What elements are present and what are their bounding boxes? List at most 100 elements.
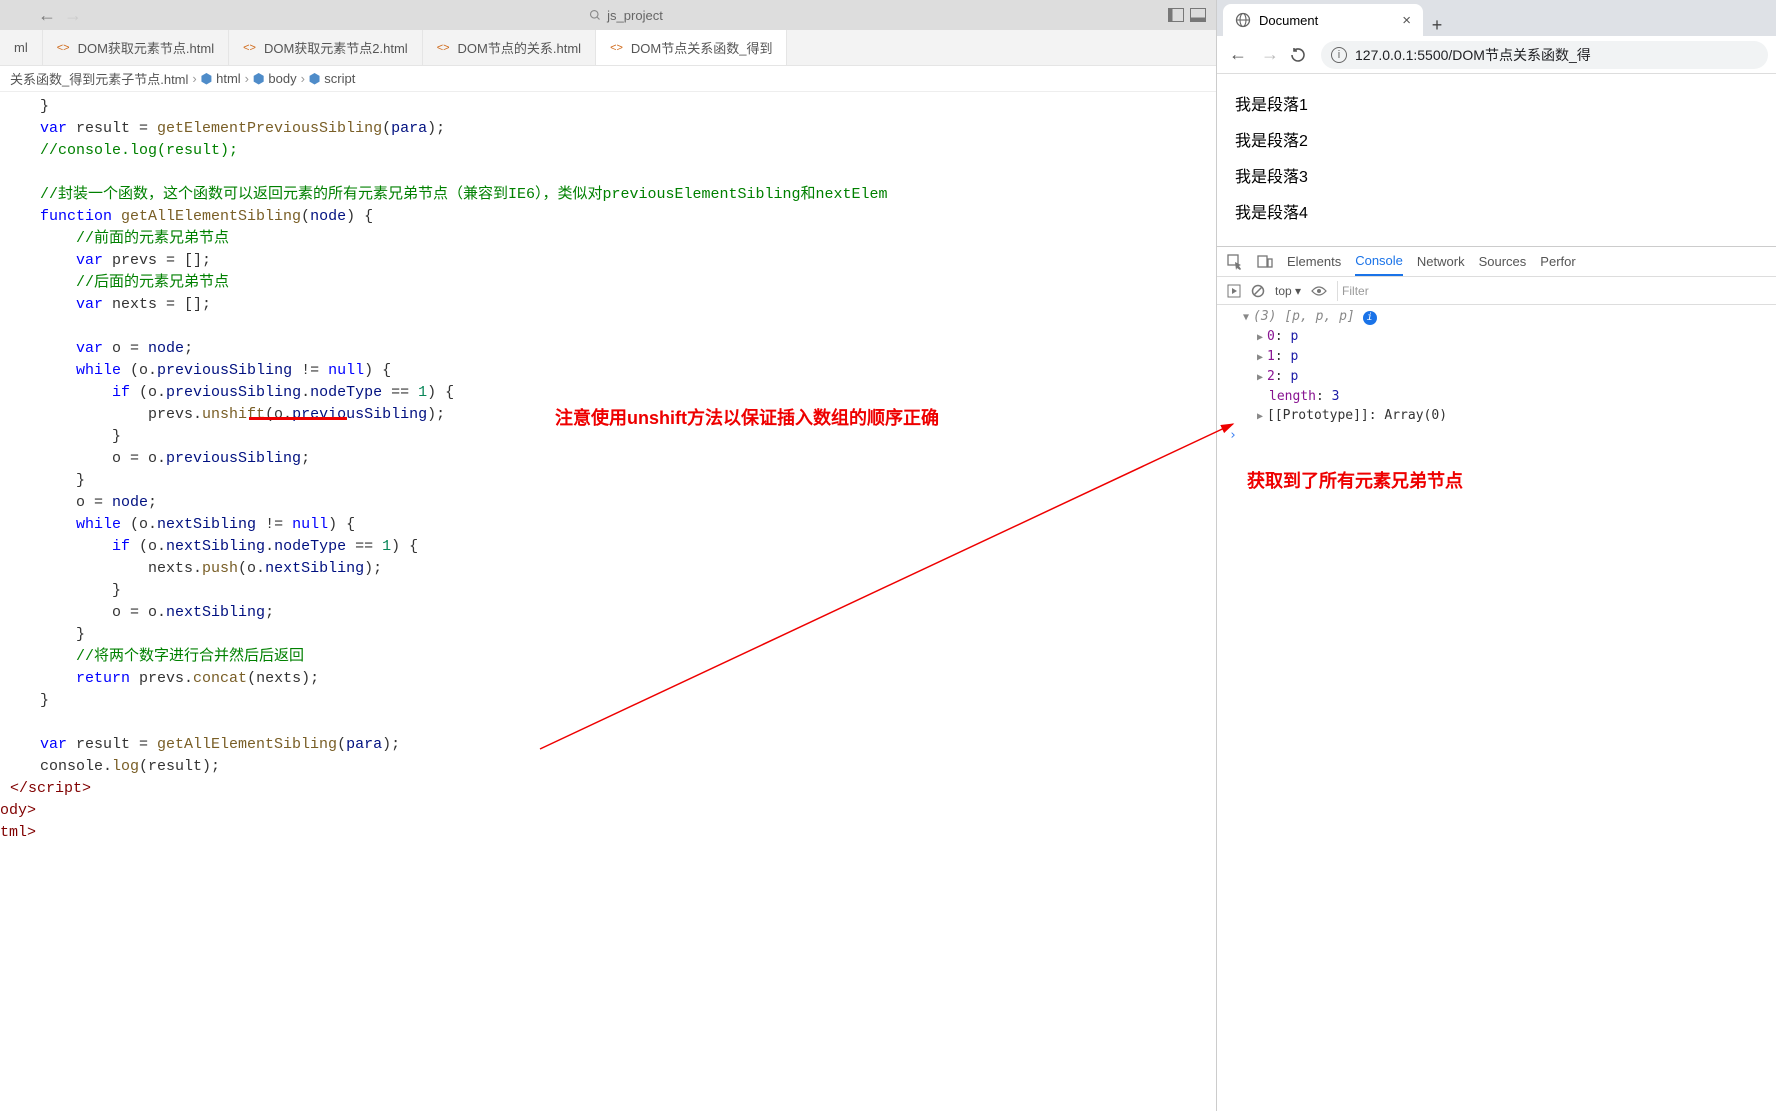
code: null — [292, 516, 328, 533]
info-icon[interactable]: i — [1363, 311, 1377, 325]
paragraph: 我是段落4 — [1235, 196, 1758, 232]
code: while — [76, 362, 121, 379]
devtools-tab-console[interactable]: Console — [1355, 247, 1403, 276]
console-line[interactable]: ▶1: p — [1225, 347, 1768, 367]
breadcrumb-item[interactable]: script — [324, 71, 355, 86]
context-selector[interactable]: top ▾ — [1275, 284, 1301, 298]
console-line[interactable]: ▶0: p — [1225, 327, 1768, 347]
browser-tab[interactable]: Document × — [1223, 4, 1423, 36]
clear-icon[interactable] — [1251, 284, 1265, 298]
code: nexts = []; — [103, 296, 211, 313]
html-file-icon: <> — [437, 42, 450, 54]
address-bar[interactable]: i 127.0.0.1:5500/DOM节点关系函数_得 — [1321, 41, 1768, 69]
console-line[interactable]: ▼(3) [p, p, p] i — [1225, 307, 1768, 327]
code: var — [76, 296, 103, 313]
reload-icon[interactable] — [1289, 46, 1315, 64]
new-tab-button[interactable]: + — [1423, 15, 1451, 36]
page-content: 我是段落1 我是段落2 我是段落3 我是段落4 — [1217, 74, 1776, 246]
tab-2[interactable]: <> DOM获取元素节点2.html — [229, 30, 423, 65]
chevron-right-icon: › — [192, 71, 196, 86]
code: o = o. — [112, 450, 166, 467]
code: result = — [67, 120, 157, 137]
paragraph: 我是段落3 — [1235, 160, 1758, 196]
html-file-icon: <> — [610, 42, 623, 54]
code: var — [76, 340, 103, 357]
code: getElementPreviousSibling — [157, 120, 382, 137]
console-filter[interactable]: Filter — [1337, 281, 1766, 301]
back-button[interactable]: ← — [36, 6, 58, 24]
url-text: 127.0.0.1:5500/DOM节点关系函数_得 — [1355, 45, 1591, 65]
red-underline — [249, 417, 347, 420]
code: getAllElementSibling — [157, 736, 337, 753]
code: tml> — [0, 824, 36, 841]
code: concat — [193, 670, 247, 687]
code: if — [112, 384, 130, 401]
code: previousSibling — [157, 362, 292, 379]
tab-0[interactable]: ml — [0, 30, 43, 65]
chevron-right-icon: ▶ — [1257, 407, 1267, 426]
tab-4[interactable]: <>DOM节点关系函数_得到 — [596, 30, 787, 65]
code-editor[interactable]: } var result = getElementPreviousSibling… — [0, 92, 1216, 1111]
console-line[interactable]: ▶[[Prototype]]: Array(0) — [1225, 406, 1768, 426]
layout-bottom-icon[interactable] — [1190, 8, 1208, 22]
code: node — [112, 494, 148, 511]
breadcrumb-item[interactable]: body — [268, 71, 296, 86]
titlebar-search-text: js_project — [607, 8, 663, 23]
tab-3[interactable]: <>DOM节点的关系.html — [423, 30, 596, 65]
eye-icon[interactable] — [1311, 285, 1327, 297]
code: var — [40, 120, 67, 137]
cube-icon: ⬢ — [309, 71, 320, 87]
code: //封装一个函数，这个函数可以返回元素的所有元素兄弟节点（兼容到IE6），类似对… — [40, 186, 888, 203]
devtools-tab[interactable]: Network — [1417, 254, 1465, 269]
code: </script — [10, 780, 82, 797]
code: para — [391, 120, 427, 137]
play-icon[interactable] — [1227, 284, 1241, 298]
layout-left-icon[interactable] — [1168, 8, 1186, 22]
code: previousSibling — [166, 384, 301, 401]
chevron-right-icon: › — [245, 71, 249, 86]
code: getAllElementSibling — [121, 208, 301, 225]
devtools-tab[interactable]: Perfor — [1540, 254, 1575, 269]
editor-tabs: ml <>DOM获取元素节点.html <> DOM获取元素节点2.html <>… — [0, 30, 1216, 66]
code: while — [76, 516, 121, 533]
chevron-right-icon: ▶ — [1257, 328, 1267, 347]
code: log — [112, 758, 139, 775]
address-bar-row: ← → i 127.0.0.1:5500/DOM节点关系函数_得 — [1217, 36, 1776, 74]
code: nodeType — [274, 538, 346, 555]
chevron-right-icon: › — [301, 71, 305, 86]
devtools-tab[interactable]: Elements — [1287, 254, 1341, 269]
devtools: Elements Console Network Sources Perfor … — [1217, 246, 1776, 1111]
console-output[interactable]: ▼(3) [p, p, p] i ▶0: p ▶1: p ▶2: p lengt… — [1217, 305, 1776, 447]
html-file-icon: <> — [243, 42, 256, 54]
console-prompt[interactable]: › — [1225, 426, 1768, 445]
code: return — [76, 670, 130, 687]
code: var — [40, 736, 67, 753]
forward-button[interactable]: → — [62, 6, 84, 24]
tab-label: DOM获取元素节点2.html — [264, 38, 408, 57]
devtools-tabs: Elements Console Network Sources Perfor — [1217, 247, 1776, 277]
nav-buttons: ← → — [36, 6, 84, 24]
device-icon[interactable] — [1257, 254, 1273, 270]
console-line[interactable]: ▶2: p — [1225, 367, 1768, 387]
console-line: length: 3 — [1225, 387, 1768, 406]
back-icon[interactable]: ← — [1225, 44, 1251, 65]
breadcrumb[interactable]: 关系函数_得到元素子节点.html › ⬢ html › ⬢ body › ⬢ … — [0, 66, 1216, 92]
code: para — [346, 736, 382, 753]
chevron-right-icon: ▶ — [1257, 368, 1267, 387]
forward-icon[interactable]: → — [1257, 44, 1283, 65]
breadcrumb-file: 关系函数_得到元素子节点.html — [10, 69, 188, 88]
code: previousSibling — [292, 406, 427, 423]
breadcrumb-item[interactable]: html — [216, 71, 241, 86]
titlebar-search[interactable]: js_project — [84, 8, 1168, 23]
tab-1[interactable]: <>DOM获取元素节点.html — [43, 30, 229, 65]
close-tab-icon[interactable]: × — [1402, 12, 1411, 29]
annotation-text-2: 获取到了所有元素兄弟节点 — [1247, 467, 1776, 493]
code: o = — [76, 494, 112, 511]
code: node — [148, 340, 184, 357]
annotation-text-1: 注意使用unshift方法以保证插入数组的顺序正确 — [555, 407, 939, 429]
inspect-icon[interactable] — [1227, 254, 1243, 270]
paragraph: 我是段落1 — [1235, 88, 1758, 124]
code: } — [40, 98, 49, 115]
devtools-tab[interactable]: Sources — [1479, 254, 1527, 269]
site-info-icon[interactable]: i — [1331, 47, 1347, 63]
